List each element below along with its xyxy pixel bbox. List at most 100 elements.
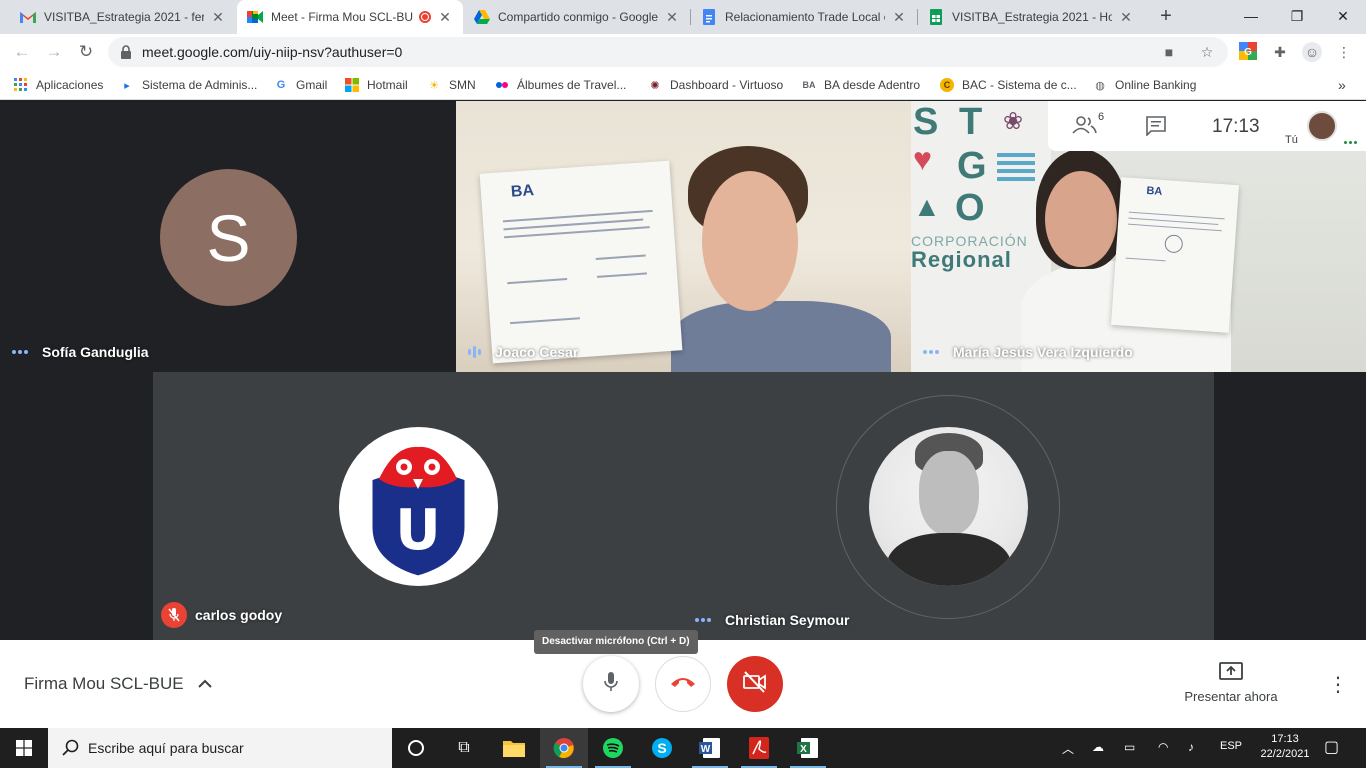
- google-extension-icon[interactable]: G: [1238, 42, 1258, 62]
- tab-meet[interactable]: Meet - Firma Mou SCL-BU ✕: [237, 0, 463, 34]
- excel-taskbar-button[interactable]: X: [784, 728, 832, 768]
- leave-call-button[interactable]: [655, 656, 711, 712]
- more-options-icon[interactable]: ⋮: [1328, 672, 1348, 697]
- word-icon: W: [699, 738, 720, 758]
- participant-tile-christian[interactable]: Christian Seymour: [683, 372, 1214, 640]
- wifi-icon[interactable]: ◠: [1158, 740, 1168, 754]
- tab-docs[interactable]: Relacionamiento Trade Local e ✕: [691, 0, 917, 34]
- minimize-button[interactable]: —: [1228, 0, 1274, 34]
- close-tab-icon[interactable]: ✕: [891, 9, 907, 26]
- battery-icon[interactable]: ▭: [1124, 740, 1135, 754]
- language-indicator[interactable]: ESP: [1220, 740, 1242, 752]
- participant-tile-joaco[interactable]: BA Joaco Cesar: [456, 101, 911, 372]
- globe-icon: ◍: [1095, 79, 1105, 92]
- extensions-puzzle-icon[interactable]: ✚: [1270, 42, 1290, 62]
- skype-taskbar-button[interactable]: S: [638, 728, 686, 768]
- bac-icon: C: [940, 78, 954, 92]
- forward-arrow-icon[interactable]: →: [40, 38, 68, 66]
- audio-indicator-icon: [695, 618, 713, 622]
- chrome-taskbar-button[interactable]: [540, 728, 588, 768]
- restore-button[interactable]: ❐: [1274, 0, 1320, 34]
- sign-letter: O: [955, 187, 985, 229]
- bookmark-gmail[interactable]: G Gmail: [274, 76, 328, 94]
- meeting-details-chevron-icon[interactable]: [198, 676, 212, 694]
- word-taskbar-button[interactable]: W: [686, 728, 734, 768]
- close-tab-icon[interactable]: ✕: [437, 9, 453, 26]
- bookmark-online-banking[interactable]: ◍ Online Banking: [1093, 76, 1196, 94]
- participant-tile-carlos[interactable]: U carlos godoy: [153, 372, 683, 640]
- bookmark-sistema-admin[interactable]: ▸ Sistema de Adminis...: [120, 76, 257, 94]
- chat-icon[interactable]: [1146, 116, 1166, 141]
- mic-off-icon: [161, 602, 187, 628]
- close-tab-icon[interactable]: ✕: [664, 9, 680, 26]
- camera-toggle-button[interactable]: [727, 656, 783, 712]
- bookmark-label: Dashboard - Virtuoso: [670, 78, 784, 92]
- spotify-taskbar-button[interactable]: [589, 728, 637, 768]
- tab-title: Compartido conmigo - Google: [498, 10, 658, 24]
- browser-toolbar: ← → ↻ meet.google.com/uiy-niip-nsv?authu…: [0, 34, 1366, 70]
- tray-chevron-up-icon[interactable]: ︿: [1062, 740, 1074, 757]
- close-window-button[interactable]: ✕: [1320, 0, 1366, 34]
- cortana-button[interactable]: [392, 728, 440, 768]
- video-person-face: [702, 171, 798, 311]
- camera-in-use-icon[interactable]: ■: [1160, 43, 1178, 61]
- windows-start-button[interactable]: [0, 728, 48, 768]
- bookmark-apps[interactable]: Aplicaciones: [14, 76, 103, 94]
- document-logo: BA: [1145, 184, 1163, 198]
- search-icon: [62, 739, 80, 762]
- task-view-button[interactable]: ⧉: [440, 728, 488, 768]
- self-avatar[interactable]: [1307, 111, 1337, 141]
- participant-name-text: carlos godoy: [195, 607, 283, 623]
- close-tab-icon[interactable]: ✕: [210, 9, 226, 26]
- meeting-info-panel: 6 17:13 Tú: [1048, 101, 1366, 151]
- bookmark-label: Álbumes de Travel...: [517, 78, 627, 92]
- close-tab-icon[interactable]: ✕: [1118, 9, 1134, 26]
- taskbar-clock[interactable]: 17:13 22/2/2021: [1256, 732, 1314, 762]
- microphone-button[interactable]: [583, 656, 639, 712]
- volume-icon[interactable]: ♪: [1188, 740, 1194, 754]
- onedrive-cloud-icon[interactable]: ☁: [1092, 740, 1104, 754]
- back-arrow-icon[interactable]: ←: [8, 38, 36, 66]
- bookmark-bac[interactable]: C BAC - Sistema de c...: [940, 76, 1077, 94]
- participant-tile-sofia[interactable]: S Sofía Ganduglia: [0, 101, 456, 372]
- file-explorer-button[interactable]: [490, 728, 538, 768]
- profile-avatar-icon[interactable]: ☺: [1302, 42, 1322, 62]
- excel-icon: X: [797, 738, 818, 758]
- tab-drive[interactable]: Compartido conmigo - Google ✕: [464, 0, 690, 34]
- taskbar-search-box[interactable]: Escribe aquí para buscar: [48, 728, 392, 768]
- bookmark-star-icon[interactable]: ☆: [1198, 43, 1216, 61]
- bookmark-virtuoso[interactable]: ✺ Dashboard - Virtuoso: [648, 76, 783, 94]
- avatar-photo-body: [887, 533, 1011, 586]
- ba-icon: BA: [802, 80, 816, 90]
- skype-icon: S: [652, 738, 672, 758]
- more-menu-icon[interactable]: ⋮: [1334, 42, 1354, 62]
- reload-icon[interactable]: ↻: [72, 38, 100, 66]
- self-label: Tú: [1285, 134, 1298, 146]
- participant-name: María Jesús Vera Izquierdo: [923, 344, 1133, 360]
- people-icon[interactable]: [1072, 115, 1098, 140]
- new-tab-button[interactable]: +: [1154, 4, 1178, 28]
- waves-icon: [997, 153, 1035, 183]
- bookmark-ba-adentro[interactable]: BA BA desde Adentro: [802, 76, 921, 94]
- participant-name-text: María Jesús Vera Izquierdo: [953, 344, 1133, 360]
- video-person-face: [1045, 171, 1117, 267]
- taskbar-time: 17:13: [1271, 733, 1299, 745]
- sheets-icon: [928, 9, 944, 25]
- bookmark-albumes[interactable]: Álbumes de Travel...: [495, 76, 626, 94]
- bookmarks-bar: Aplicaciones ▸ Sistema de Adminis... G G…: [0, 70, 1366, 100]
- present-now-button[interactable]: Presentar ahora: [1180, 662, 1282, 704]
- apps-grid-icon: [14, 78, 28, 92]
- bookmark-hotmail[interactable]: Hotmail: [345, 76, 408, 94]
- avatar-photo-face: [919, 451, 979, 535]
- bookmarks-overflow-button[interactable]: »: [1338, 76, 1346, 94]
- tab-sheets[interactable]: VISITBA_Estrategia 2021 - Hoja ✕: [918, 0, 1144, 34]
- bookmark-label: BA desde Adentro: [824, 78, 921, 92]
- document-logo: BA: [510, 182, 535, 201]
- notifications-icon[interactable]: ▢: [1324, 737, 1339, 757]
- present-now-label: Presentar ahora: [1184, 689, 1278, 704]
- address-bar[interactable]: meet.google.com/uiy-niip-nsv?authuser=0 …: [108, 37, 1228, 67]
- acrobat-taskbar-button[interactable]: [735, 728, 783, 768]
- tab-gmail[interactable]: VISITBA_Estrategia 2021 - ferna ✕: [10, 0, 236, 34]
- meeting-clock: 17:13: [1212, 116, 1260, 137]
- bookmark-smn[interactable]: ☀ SMN: [427, 76, 476, 94]
